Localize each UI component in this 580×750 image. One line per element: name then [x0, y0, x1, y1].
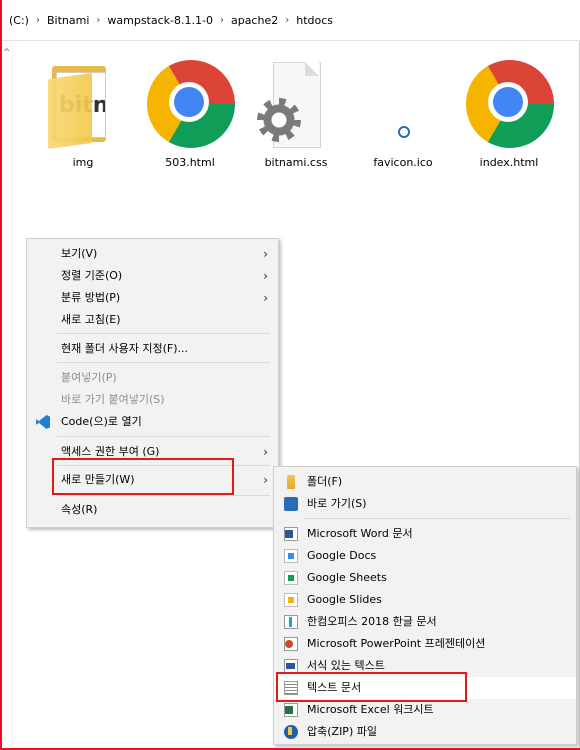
menu-separator	[57, 333, 270, 334]
submenu-item-excel-worksheet[interactable]: Microsoft Excel 워크시트	[274, 699, 576, 721]
chevron-right-icon: ›	[263, 445, 268, 459]
wordpad-icon	[284, 659, 298, 673]
chevron-right-icon: ›	[263, 473, 268, 487]
menu-item-sort-by[interactable]: 정렬 기준(O) ›	[27, 265, 278, 287]
menu-separator	[304, 518, 570, 519]
powerpoint-icon	[284, 637, 298, 651]
google-sheets-icon	[284, 571, 298, 585]
google-docs-icon	[284, 549, 298, 563]
menu-separator	[57, 362, 270, 363]
breadcrumb-htdocs[interactable]: htdocs	[293, 14, 336, 27]
chevron-right-icon[interactable]: ›	[92, 15, 104, 26]
highlight-box-new	[52, 458, 234, 495]
submenu-item-word-document[interactable]: Microsoft Word 문서	[274, 523, 576, 545]
file-item-favicon-ico[interactable]: favicon.ico	[353, 58, 453, 169]
breadcrumb-drive[interactable]: (C:)	[6, 14, 32, 27]
word-icon	[284, 527, 298, 541]
google-slides-icon	[284, 593, 298, 607]
menu-separator	[57, 436, 270, 437]
chevron-right-icon: ›	[263, 269, 268, 283]
submenu-item-google-sheets[interactable]: Google Sheets	[274, 567, 576, 589]
submenu-item-zip-file[interactable]: 압축(ZIP) 파일	[274, 721, 576, 743]
file-item-bitnami-css[interactable]: bitnami.css	[246, 58, 346, 169]
chevron-up-icon[interactable]: ^	[3, 48, 11, 58]
chevron-right-icon[interactable]: ›	[216, 15, 228, 26]
submenu-item-powerpoint[interactable]: Microsoft PowerPoint 프레젠테이션	[274, 633, 576, 655]
menu-item-view[interactable]: 보기(V) ›	[27, 243, 278, 265]
file-item-503-html[interactable]: 503.html	[140, 58, 240, 169]
menu-item-open-with-code[interactable]: Code(으)로 열기	[27, 411, 278, 433]
highlight-box-text-document	[276, 672, 467, 702]
file-label: bitnami.css	[264, 156, 328, 169]
menu-item-paste-shortcut[interactable]: 바로 가기 붙여넣기(S)	[27, 389, 278, 411]
chevron-right-icon[interactable]: ›	[32, 15, 44, 26]
submenu-item-folder[interactable]: 폴더(F)	[274, 471, 576, 493]
vscode-icon	[36, 415, 50, 429]
address-bar[interactable]: (C:) › Bitnami › wampstack-8.1.1-0 › apa…	[2, 0, 580, 41]
menu-item-paste[interactable]: 붙여넣기(P)	[27, 367, 278, 389]
file-item-img[interactable]: bitn img	[33, 58, 133, 169]
shortcut-icon	[284, 497, 298, 511]
chevron-right-icon: ›	[263, 247, 268, 261]
chevron-right-icon[interactable]: ›	[281, 15, 293, 26]
zip-icon	[284, 725, 298, 739]
file-label: img	[72, 156, 94, 169]
file-item-index-html[interactable]: index.html	[459, 58, 559, 169]
excel-icon	[284, 703, 298, 717]
submenu-item-google-slides[interactable]: Google Slides	[274, 589, 576, 611]
submenu-item-hwp-document[interactable]: 한컴오피스 2018 한글 문서	[274, 611, 576, 633]
file-label: 503.html	[165, 156, 215, 169]
menu-item-refresh[interactable]: 새로 고침(E)	[27, 309, 278, 331]
file-label: index.html	[479, 156, 539, 169]
submenu-item-shortcut[interactable]: 바로 가기(S)	[274, 493, 576, 515]
folder-icon	[287, 475, 295, 489]
css-file-icon	[251, 58, 341, 152]
hwp-icon	[284, 615, 298, 629]
submenu-item-google-docs[interactable]: Google Docs	[274, 545, 576, 567]
chrome-icon	[464, 58, 554, 152]
menu-item-group-by[interactable]: 분류 방법(P) ›	[27, 287, 278, 309]
breadcrumb-bitnami[interactable]: Bitnami	[44, 14, 92, 27]
navigation-pane-scrollbar[interactable]: ^	[2, 42, 13, 748]
file-label: favicon.ico	[373, 156, 433, 169]
menu-item-customize-folder[interactable]: 현재 폴더 사용자 지정(F)...	[27, 338, 278, 360]
ico-file-icon	[358, 58, 448, 152]
menu-separator	[57, 495, 270, 496]
breadcrumb-wampstack[interactable]: wampstack-8.1.1-0	[104, 14, 216, 27]
new-submenu: 폴더(F) 바로 가기(S) Microsoft Word 문서 Google …	[273, 466, 577, 745]
folder-icon: bitn	[38, 58, 128, 152]
chrome-icon	[145, 58, 235, 152]
menu-item-properties[interactable]: 속성(R)	[27, 499, 278, 521]
breadcrumb-apache2[interactable]: apache2	[228, 14, 281, 27]
gear-icon	[257, 98, 301, 142]
chevron-right-icon: ›	[263, 291, 268, 305]
